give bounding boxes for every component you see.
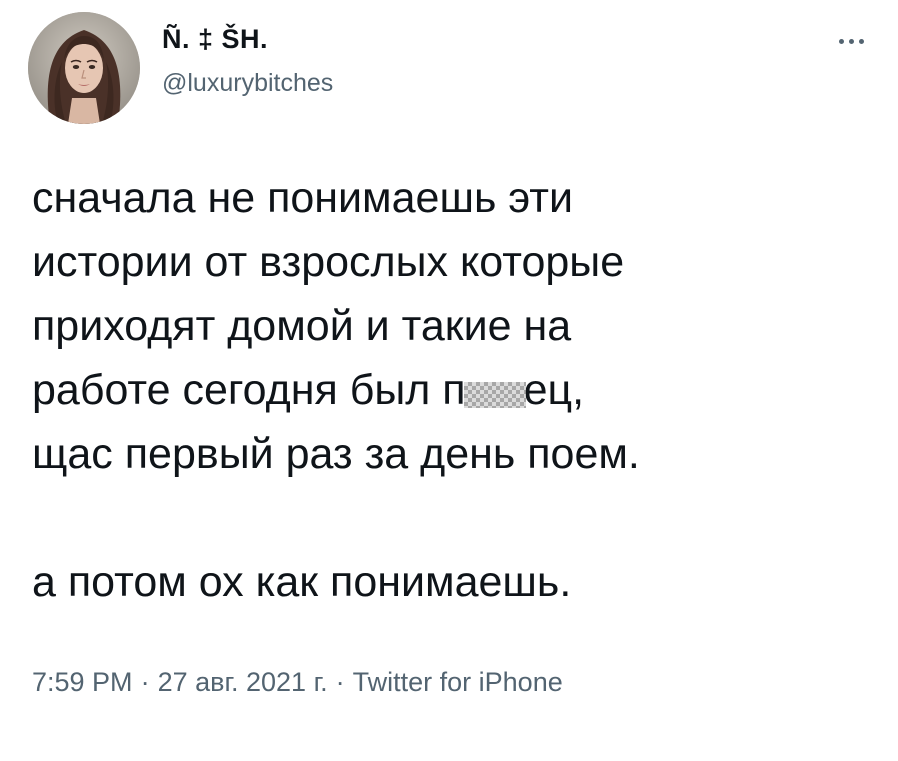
tweet-time[interactable]: 7:59 PM bbox=[32, 667, 133, 697]
tweet-text-segment: ец, bbox=[523, 366, 585, 414]
dot bbox=[848, 38, 854, 44]
display-name[interactable]: Ñ. ‡ ŠH. bbox=[162, 22, 333, 56]
more-dots-icon[interactable] bbox=[826, 26, 876, 56]
separator: · bbox=[335, 667, 345, 697]
tweet-text-segment: работе сегодня был п bbox=[32, 366, 466, 414]
tweet-line: сначала не понимаешь эти bbox=[32, 174, 574, 222]
separator: · bbox=[140, 667, 150, 697]
tweet-line: истории от взрослых которые bbox=[32, 238, 625, 286]
dot bbox=[838, 38, 844, 44]
tweet-text: сначала не понимаешь эти истории от взро… bbox=[32, 166, 852, 614]
tweet-line: щас первый раз за день поем. bbox=[32, 430, 640, 478]
tweet-meta: 7:59 PM · 27 авг. 2021 г. · Twitter for iPho… bbox=[32, 664, 563, 700]
profile-photo-icon bbox=[28, 12, 140, 124]
tweet-date[interactable]: 27 авг. 2021 г. bbox=[158, 667, 328, 697]
avatar[interactable] bbox=[28, 12, 140, 124]
censored-word-blur bbox=[463, 382, 526, 408]
tweet-card: Ñ. ‡ ŠH. @luxurybitches сначала не поним… bbox=[0, 0, 898, 761]
tweet-line: приходят домой и такие на bbox=[32, 302, 572, 350]
tweet-line: а потом ох как понимаешь. bbox=[32, 558, 572, 606]
tweet-source[interactable]: Twitter for iPhone bbox=[353, 667, 563, 697]
tweet-line: работе сегодня был п ец, bbox=[32, 358, 852, 422]
user-info: Ñ. ‡ ŠH. @luxurybitches bbox=[162, 22, 333, 98]
user-handle[interactable]: @luxurybitches bbox=[162, 68, 333, 98]
dot bbox=[858, 38, 864, 44]
